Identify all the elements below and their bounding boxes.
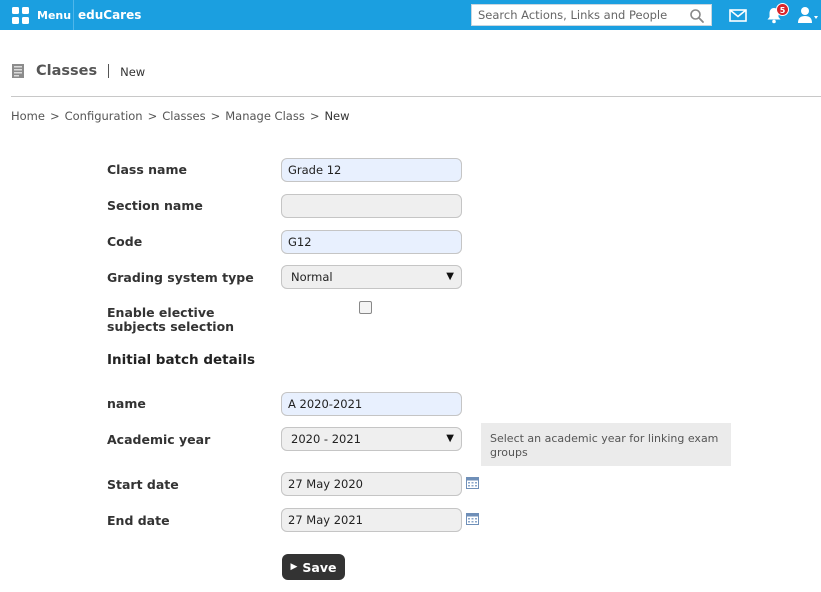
calendar-icon[interactable] xyxy=(466,513,479,525)
notification-count-badge: 5 xyxy=(776,3,789,16)
breadcrumb-current: New xyxy=(324,109,350,123)
start-date-label: Start date xyxy=(107,477,179,492)
page-subtitle: New xyxy=(120,65,146,79)
page-header: Classes New xyxy=(11,60,145,82)
header-divider xyxy=(11,96,821,97)
section-name-label: Section name xyxy=(107,198,203,213)
grid-menu-icon xyxy=(12,6,29,24)
menu-label: Menu xyxy=(37,8,72,22)
breadcrumb-classes[interactable]: Classes xyxy=(162,109,205,123)
class-name-label: Class name xyxy=(107,162,187,177)
code-input[interactable] xyxy=(281,230,462,254)
save-button-label: Save xyxy=(302,559,337,575)
search-box xyxy=(471,4,712,26)
search-icon[interactable] xyxy=(689,8,705,24)
play-icon: ▶ xyxy=(290,562,298,572)
mail-icon[interactable] xyxy=(729,5,747,25)
dropdown-arrow-icon: ▼ xyxy=(446,433,454,444)
breadcrumb-home[interactable]: Home xyxy=(11,109,45,123)
academic-year-select[interactable]: 2020 - 2021 ▼ xyxy=(281,427,462,451)
elective-subjects-checkbox[interactable] xyxy=(359,301,372,314)
calendar-icon[interactable] xyxy=(466,477,479,489)
batch-name-label: name xyxy=(107,396,146,411)
end-date-input[interactable] xyxy=(281,508,462,532)
title-separator xyxy=(108,64,110,78)
grading-system-select[interactable]: Normal ▼ xyxy=(281,265,462,289)
end-date-label: End date xyxy=(107,513,170,528)
elective-subjects-label: Enable elective subjects selection xyxy=(107,305,235,334)
grading-system-label: Grading system type xyxy=(107,270,254,285)
save-button[interactable]: ▶ Save xyxy=(282,554,345,580)
search-input[interactable] xyxy=(472,5,684,25)
menu-button[interactable]: Menu xyxy=(12,0,74,30)
batch-name-input[interactable] xyxy=(281,392,462,416)
brand-link[interactable]: eduCares xyxy=(78,0,141,30)
topbar-divider xyxy=(73,0,74,30)
grading-system-value: Normal xyxy=(291,270,333,284)
code-label: Code xyxy=(107,234,143,249)
page-title: Classes xyxy=(36,63,98,79)
top-navigation-bar: Menu eduCares 5 xyxy=(0,0,821,30)
breadcrumb-manage-class[interactable]: Manage Class xyxy=(225,109,305,123)
class-name-input[interactable] xyxy=(281,158,462,182)
section-name-input[interactable] xyxy=(281,194,462,218)
document-icon xyxy=(12,64,24,78)
academic-year-label: Academic year xyxy=(107,432,211,447)
breadcrumb: Home > Configuration > Classes > Manage Class >… xyxy=(11,109,350,123)
academic-year-value: 2020 - 2021 xyxy=(291,432,361,446)
user-icon[interactable] xyxy=(797,5,819,25)
dropdown-arrow-icon: ▼ xyxy=(446,271,454,282)
batch-section-title: Initial batch details xyxy=(107,352,255,368)
academic-year-hint: Select an academic year for linking exam… xyxy=(481,423,731,466)
start-date-input[interactable] xyxy=(281,472,462,496)
breadcrumb-configuration[interactable]: Configuration xyxy=(65,109,143,123)
